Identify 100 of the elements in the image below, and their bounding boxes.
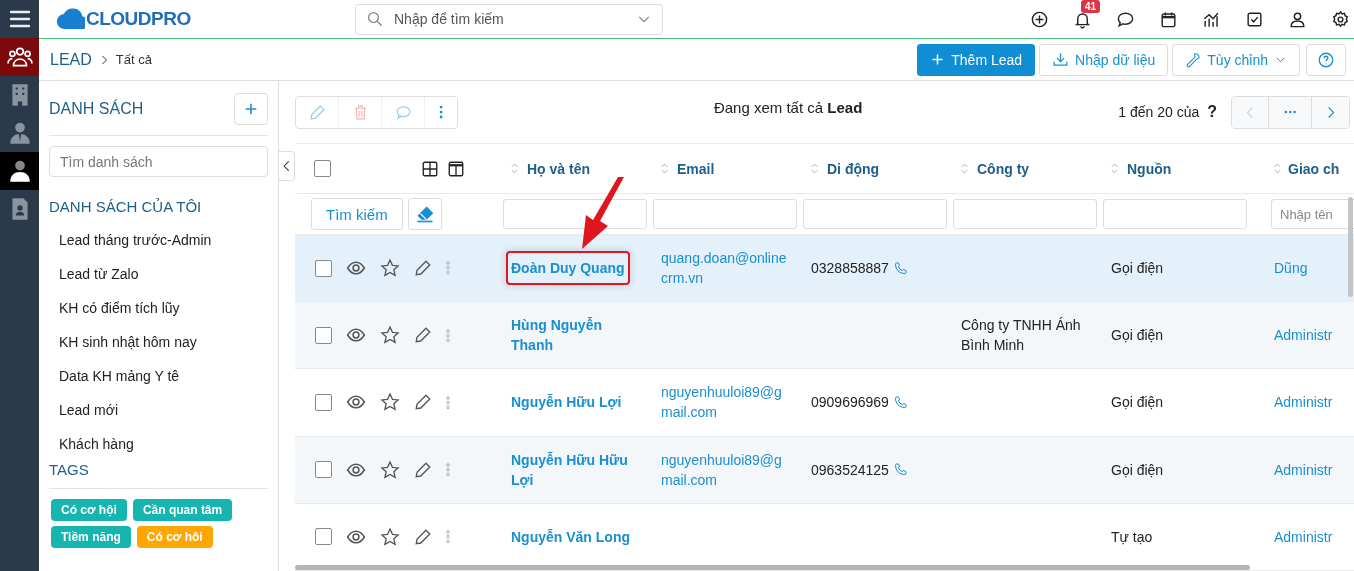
table-row[interactable]: Hùng Nguyễn Thanh Công ty TNHH Ánh Bình Minh Gọi điện Administr	[295, 302, 1354, 370]
pencil-icon[interactable]	[414, 527, 432, 546]
table-row[interactable]: Nguyễn Hữu Lợi nguyenhuuloi89@gmail.com 0909696969 Gọi điện Administr	[295, 369, 1354, 437]
filter-field[interactable]	[803, 199, 947, 230]
more-icon[interactable]	[446, 530, 450, 544]
filter-field[interactable]: Nhập tên	[1271, 199, 1354, 230]
list-item[interactable]: Lead mới	[49, 393, 268, 427]
list-item[interactable]: Data KH mảng Y tê	[49, 359, 268, 393]
task-icon[interactable]	[1245, 9, 1264, 29]
list-item[interactable]: KH có điểm tích lũy	[49, 291, 268, 325]
row-checkbox[interactable]	[315, 259, 332, 277]
search-input[interactable]: Nhập để tìm kiếm	[392, 10, 628, 28]
assignee-link[interactable]: Administr	[1274, 461, 1333, 478]
page-range: 1 đến 20 của	[1118, 104, 1200, 120]
pencil-icon[interactable]	[414, 326, 432, 345]
grid-icon[interactable]	[421, 159, 439, 178]
add-icon[interactable]	[1030, 9, 1049, 29]
more-icon[interactable]	[446, 261, 450, 275]
search-button[interactable]: Tìm kiếm	[311, 198, 403, 231]
more-icon[interactable]	[446, 463, 450, 477]
star-icon[interactable]	[380, 258, 400, 279]
rail-item[interactable]	[0, 38, 39, 76]
filter-field[interactable]	[503, 199, 647, 230]
lead-source: Tự tạo	[1111, 528, 1153, 545]
row-checkbox[interactable]	[315, 326, 332, 344]
assignee-link[interactable]: Dũng	[1274, 260, 1308, 277]
more-icon[interactable]	[446, 395, 450, 410]
star-icon[interactable]	[380, 392, 400, 413]
filter-field[interactable]	[653, 199, 797, 230]
assignee-link[interactable]: Administr	[1274, 394, 1333, 411]
email-link[interactable]: nguyenhuuloi89@gmail.com	[661, 382, 792, 423]
star-icon[interactable]	[380, 325, 400, 346]
pencil-icon[interactable]	[414, 393, 432, 412]
collapse-panel-button[interactable]	[279, 151, 295, 181]
phone-icon[interactable]	[892, 462, 908, 478]
lead-name-link[interactable]: Nguyễn Văn Long	[511, 526, 642, 547]
notification-badge: 41	[1081, 0, 1101, 13]
list-item[interactable]: Lead tháng trước-Admin	[49, 223, 268, 257]
customize-button[interactable]: Tùy chỉnh	[1172, 43, 1300, 76]
column-header[interactable]: Nguồn	[1127, 160, 1172, 177]
scrollbar-thumb[interactable]	[295, 565, 1250, 570]
plus-icon	[930, 52, 946, 67]
pencil-icon[interactable]	[414, 460, 432, 479]
scrollbar-thumb[interactable]	[1348, 197, 1353, 297]
clear-filter-button[interactable]	[407, 198, 442, 231]
list-search-field[interactable]: Tìm danh sách	[49, 146, 268, 177]
email-link[interactable]: nguyenhuuloi89@gmail.com	[661, 449, 792, 490]
settings-icon[interactable]	[1331, 9, 1350, 29]
table-row[interactable]: Đoàn Duy Quang quang.doan@onlinecrm.vn 0328858887 Gọi điện Dũng	[295, 234, 1354, 303]
star-icon[interactable]	[380, 459, 400, 480]
search-bar[interactable]: Nhập để tìm kiếm	[355, 3, 663, 35]
column-header[interactable]: Email	[677, 160, 715, 177]
plus-icon	[243, 101, 259, 117]
select-all-checkbox[interactable]	[314, 160, 331, 178]
lead-name-link[interactable]: Nguyễn Hữu Lợi	[511, 392, 642, 413]
import-button[interactable]: Nhập dữ liệu	[1039, 43, 1169, 76]
lead-name-link[interactable]: Đoàn Duy Quang	[506, 251, 630, 286]
row-checkbox[interactable]	[315, 528, 332, 546]
panel-title: DANH SÁCH	[49, 100, 144, 118]
phone-icon[interactable]	[892, 394, 908, 410]
lead-source: Gọi điện	[1111, 461, 1164, 478]
more-icon[interactable]	[446, 328, 450, 342]
list-item[interactable]: Khách hàng	[49, 427, 268, 461]
lead-source: Gọi điện	[1111, 260, 1164, 277]
help-button[interactable]	[1306, 43, 1346, 76]
star-icon[interactable]	[380, 526, 400, 547]
row-checkbox[interactable]	[315, 461, 332, 479]
user-icon[interactable]	[1288, 9, 1307, 29]
add-list-button[interactable]	[234, 93, 268, 125]
rail-item[interactable]	[0, 152, 39, 190]
total-count[interactable]: ?	[1207, 103, 1217, 121]
assignee-link[interactable]: Administr	[1274, 528, 1333, 545]
column-header[interactable]: Di động	[827, 160, 880, 177]
list-item[interactable]: Lead từ Zalo	[49, 257, 268, 291]
filter-field[interactable]	[1103, 199, 1247, 230]
lead-name-link[interactable]: Nguyễn Hữu Hữu Lợi	[511, 449, 642, 490]
tag[interactable]: Có cơ hội	[51, 499, 127, 521]
phone-icon[interactable]	[892, 260, 908, 276]
column-header[interactable]: Công ty	[977, 160, 1030, 177]
calendar-icon[interactable]	[1159, 9, 1178, 29]
chat-icon	[394, 103, 412, 121]
tag[interactable]: Tiềm năng	[51, 526, 131, 548]
column-header[interactable]: Họ và tên	[527, 160, 590, 177]
pencil-icon[interactable]	[414, 259, 432, 278]
column-header[interactable]: Giao ch	[1288, 160, 1340, 177]
company-name: Công ty TNHH Ánh Bình Minh	[961, 316, 1082, 356]
table-row[interactable]: Nguyễn Hữu Hữu Lợi nguyenhuuloi89@gmail.com 0963524125 Gọi điện Administr	[295, 436, 1354, 504]
row-checkbox[interactable]	[315, 393, 332, 411]
columns-icon[interactable]	[447, 159, 465, 178]
add-lead-button[interactable]: Thêm Lead	[917, 43, 1036, 76]
chat-icon[interactable]	[1116, 9, 1135, 29]
tag[interactable]: Cần quan tâm	[132, 499, 233, 521]
assignee-link[interactable]: Administr	[1274, 327, 1333, 344]
email-link[interactable]: quang.doan@onlinecrm.vn	[661, 248, 792, 289]
search-icon	[366, 10, 384, 28]
tag[interactable]: Có cơ hôi	[136, 526, 213, 548]
lead-name-link[interactable]: Hùng Nguyễn Thanh	[511, 315, 642, 356]
filter-field[interactable]	[953, 199, 1097, 230]
list-item[interactable]: KH sinh nhật hôm nay	[49, 325, 268, 359]
module-title[interactable]: LEAD	[50, 50, 92, 69]
